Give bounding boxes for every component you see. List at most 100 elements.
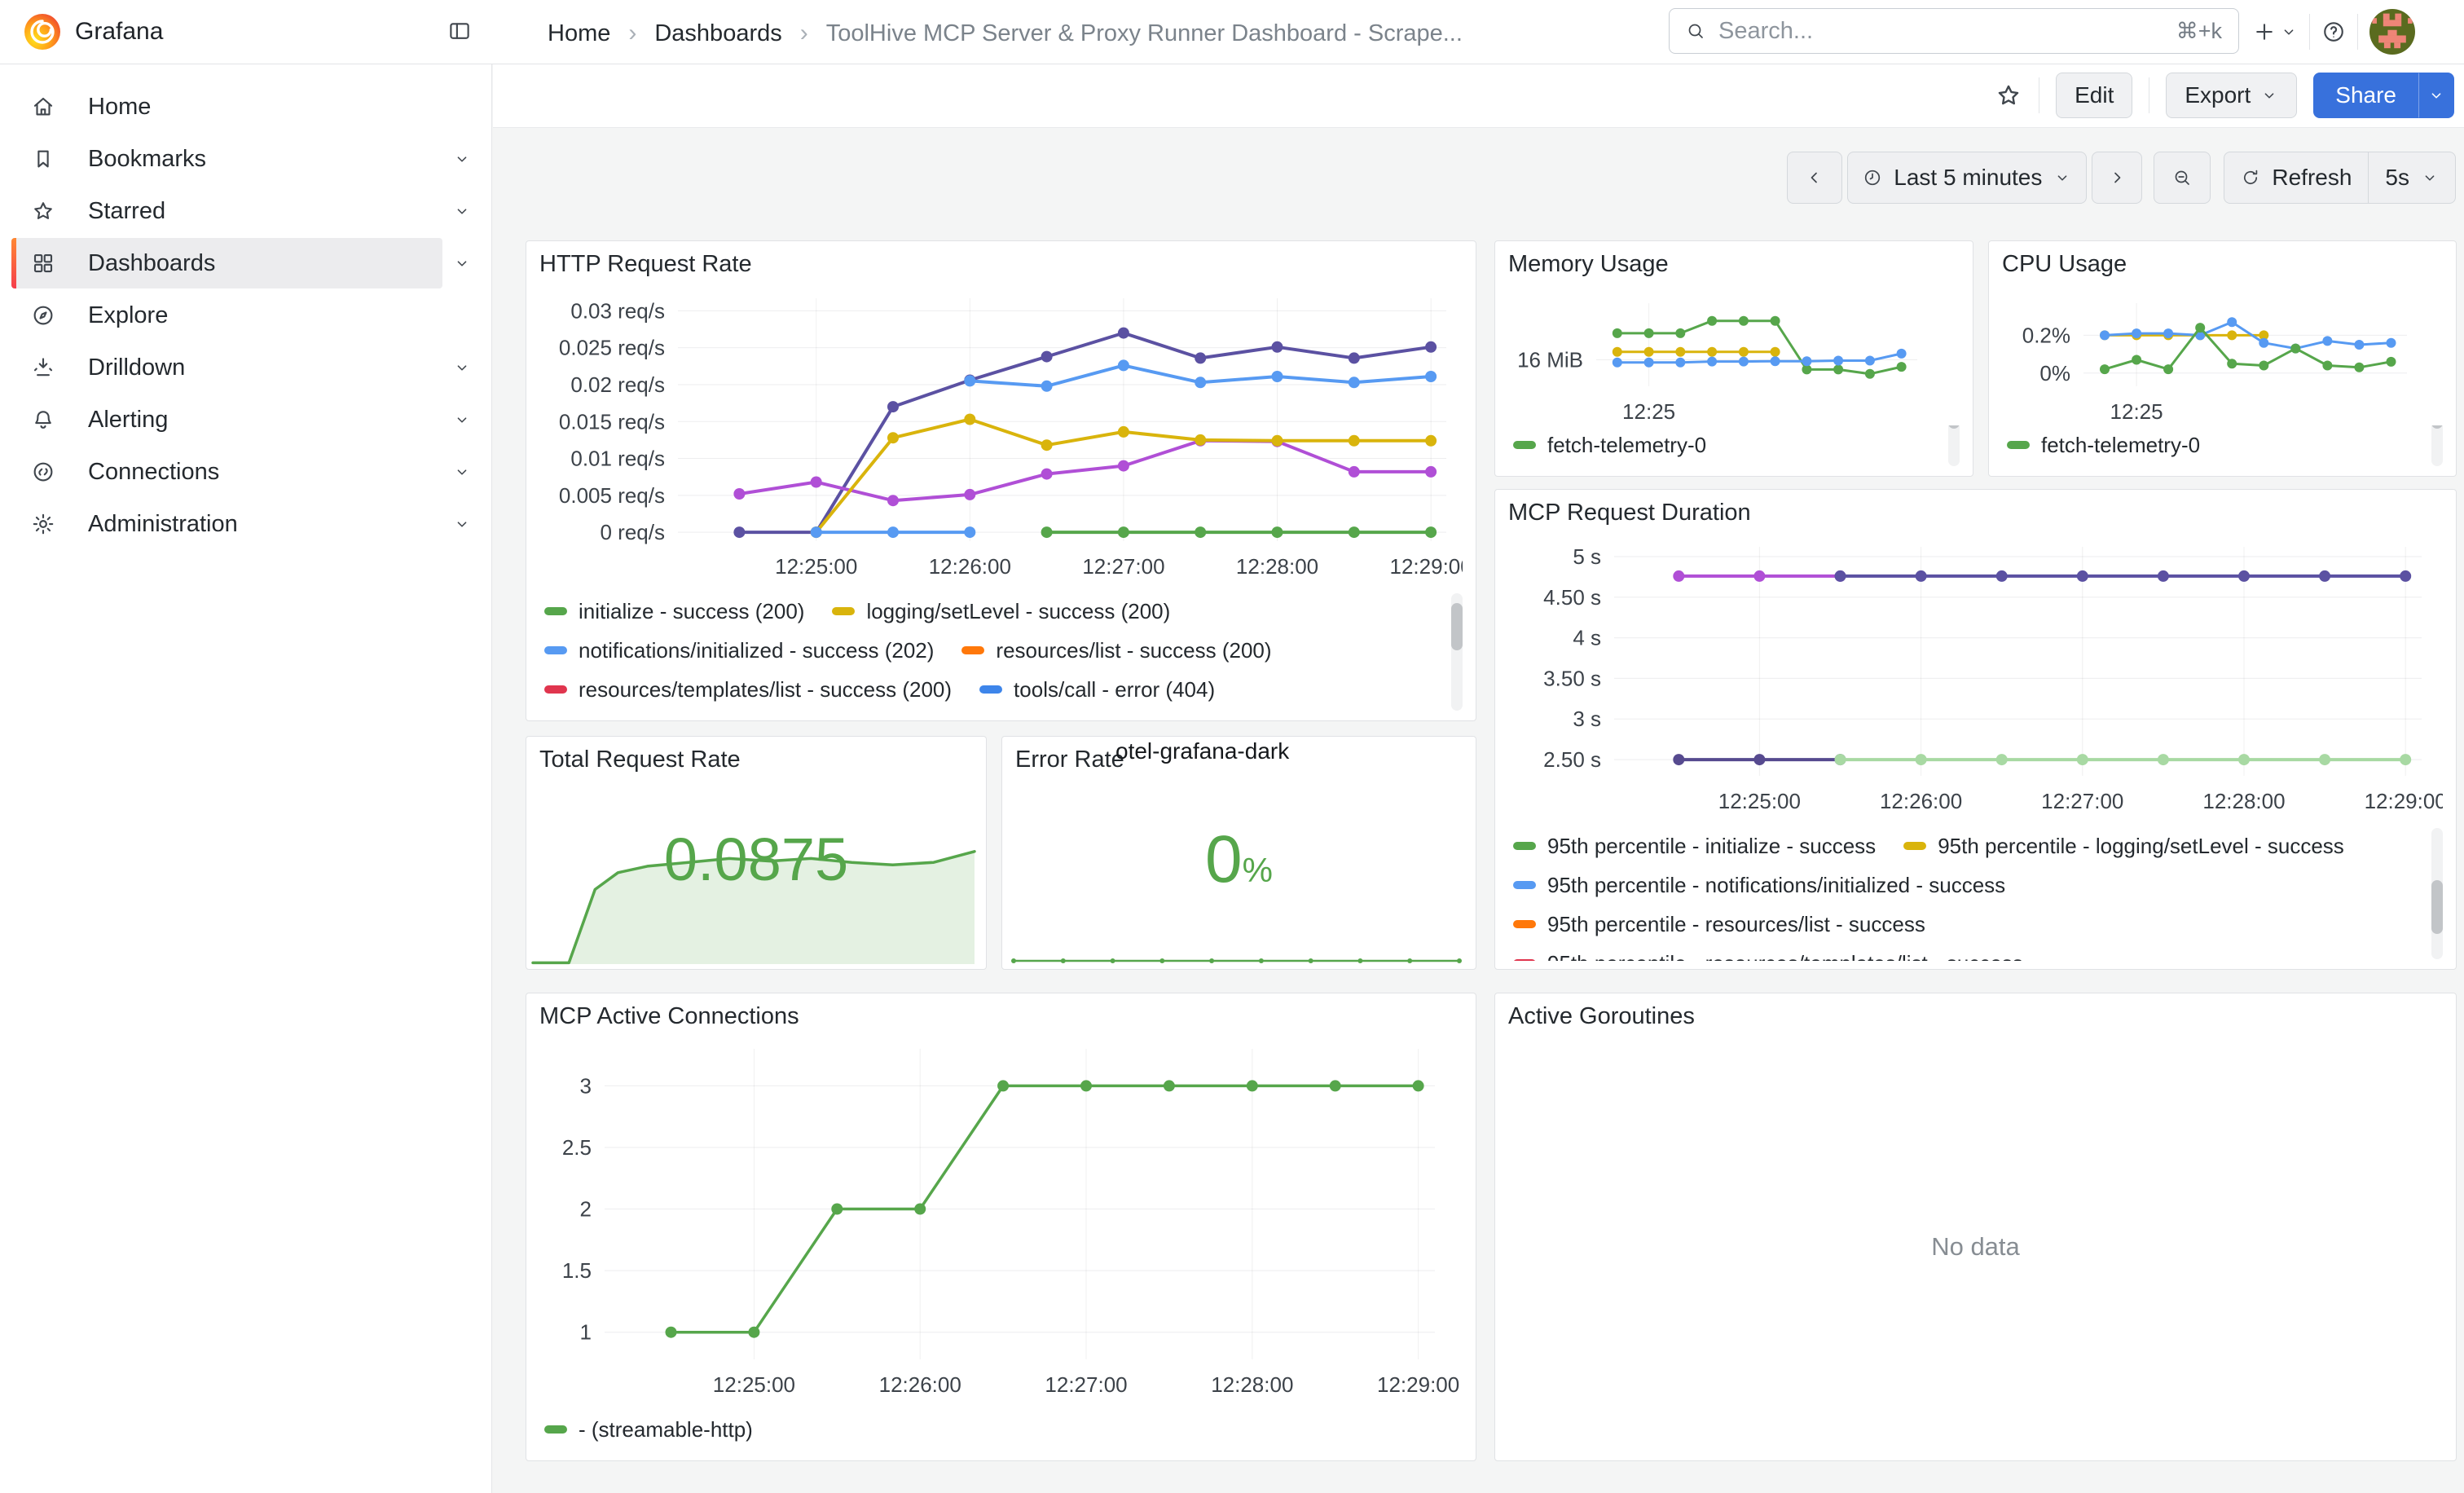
add-button[interactable]	[2252, 20, 2298, 44]
total-request-rate-value: 0.0875	[526, 825, 986, 894]
chevron-down-icon[interactable]	[453, 150, 471, 168]
legend-item[interactable]: - (streamable-http)	[544, 1410, 753, 1449]
legend-item[interactable]: resources/templates/list - success (200)	[544, 670, 952, 709]
legend-item[interactable]: resources/list - success (200)	[961, 631, 1271, 670]
legend-scrollbar-thumb[interactable]	[2431, 425, 2443, 429]
legend-item[interactable]: 95th percentile - resources/templates/li…	[1513, 944, 2023, 961]
sidebar-row: Explore	[11, 290, 482, 341]
sidebar-item-label: Bookmarks	[88, 146, 206, 173]
panel-title[interactable]: MCP Request Duration	[1508, 500, 2443, 534]
legend-item[interactable]: notifications/initialized - success (202…	[544, 631, 934, 670]
chevron-down-icon[interactable]	[453, 359, 471, 377]
chevron-down-icon[interactable]	[453, 254, 471, 272]
breadcrumb-separator: ›	[800, 20, 808, 47]
sidebar-item-label: Drilldown	[88, 355, 185, 381]
divider	[2357, 14, 2358, 50]
panel-title[interactable]: CPU Usage	[2002, 251, 2443, 285]
sidebar-item-explore[interactable]: Explore	[11, 290, 442, 341]
refresh-button[interactable]: Refresh	[2224, 152, 2368, 203]
svg-text:12:26:00: 12:26:00	[929, 554, 1011, 579]
active-goroutines-chart[interactable]: No data	[1508, 1037, 2443, 1452]
drilldown-icon	[31, 355, 55, 380]
share-button[interactable]: Share	[2313, 73, 2418, 118]
svg-text:3 s: 3 s	[1573, 707, 1601, 731]
sidebar-item-label: Dashboards	[88, 250, 215, 277]
breadcrumb-dashboards[interactable]: Dashboards	[654, 20, 781, 47]
edit-button[interactable]: Edit	[2056, 73, 2132, 118]
panel-memory-usage: Memory Usage 16 MiB12:25 fetch-telemetry…	[1494, 240, 1973, 477]
favorite-star-button[interactable]	[1995, 81, 2022, 109]
mcp-request-duration-chart[interactable]: 2.50 s 3 s 3.50 s 4 s 4.50 s 5 s12:25:00…	[1508, 534, 2443, 826]
memory-usage-chart[interactable]: 16 MiB12:25	[1508, 285, 1960, 425]
legend-item[interactable]: 95th percentile - resources/list - succe…	[1513, 905, 1925, 944]
time-shift-forward-button[interactable]	[2092, 152, 2142, 204]
no-data-message: No data	[1508, 1232, 2443, 1262]
legend-item[interactable]: initialize - success (200)	[544, 592, 804, 631]
user-avatar[interactable]	[2369, 9, 2415, 55]
breadcrumb-home[interactable]: Home	[548, 20, 610, 47]
search-input[interactable]: Search... ⌘+k	[1669, 8, 2239, 54]
sidebar-item-home[interactable]: Home	[11, 81, 442, 132]
chevron-down-icon[interactable]	[453, 463, 471, 481]
sidebar-item-label: Starred	[88, 198, 165, 225]
bookmark-icon	[31, 147, 55, 171]
export-button[interactable]: Export	[2166, 73, 2297, 118]
svg-text:12:25:00: 12:25:00	[775, 554, 857, 579]
chevron-down-icon[interactable]	[453, 515, 471, 533]
panel-title[interactable]: Active Goroutines	[1508, 1003, 2443, 1037]
sidebar-item-starred[interactable]: Starred	[11, 186, 442, 236]
sidebar-item-dashboards[interactable]: Dashboards	[11, 238, 442, 288]
datasource-overlay-label: otel-grafana-dark	[1115, 738, 1289, 764]
http-request-rate-chart[interactable]: 0 req/s 0.005 req/s 0.01 req/s 0.015 req…	[539, 285, 1463, 592]
legend-item[interactable]: tools/call - success (200)	[544, 709, 812, 712]
legend-item[interactable]: fetch-telemetry-0	[2007, 425, 2200, 465]
legend-item[interactable]: tools/list - success (200)	[839, 709, 1101, 712]
sidebar-item-alerting[interactable]: Alerting	[11, 394, 442, 445]
panel-title[interactable]: Memory Usage	[1508, 251, 1960, 285]
zoom-out-icon	[2172, 168, 2192, 187]
legend-item[interactable]: logging/setLevel - success (200)	[832, 592, 1170, 631]
share-menu-button[interactable]	[2418, 73, 2454, 118]
svg-text:12:28:00: 12:28:00	[1236, 554, 1318, 579]
cpu-usage-chart[interactable]: 0.2% 0%12:25	[2002, 285, 2443, 425]
svg-text:0.02 req/s: 0.02 req/s	[570, 372, 665, 397]
legend-item[interactable]: 95th percentile - initialize - success	[1513, 826, 1876, 865]
legend-scrollbar	[2431, 828, 2443, 959]
legend-item[interactable]: 95th percentile - notifications/initiali…	[1513, 865, 2005, 905]
svg-text:12:27:00: 12:27:00	[1045, 1372, 1127, 1397]
svg-text:2.5: 2.5	[562, 1135, 592, 1160]
bell-icon	[31, 407, 55, 432]
sidebar-item-bookmarks[interactable]: Bookmarks	[11, 134, 442, 184]
legend-item[interactable]: tools/call - error (404)	[979, 670, 1215, 709]
chevron-down-icon[interactable]	[453, 202, 471, 220]
help-button[interactable]	[2321, 20, 2346, 44]
apps-icon	[31, 251, 55, 275]
panel-cpu-usage: CPU Usage 0.2% 0%12:25 fetch-telemetry-0	[1988, 240, 2457, 477]
grafana-logo[interactable]	[24, 14, 60, 50]
mcp-active-connections-chart[interactable]: 1 1.5 2 2.5 312:25:0012:26:0012:27:0012:…	[539, 1037, 1463, 1410]
sidebar-item-administration[interactable]: Administration	[11, 499, 442, 549]
panel-title[interactable]: HTTP Request Rate	[539, 251, 1463, 285]
refresh-interval-dropdown[interactable]: 5s	[2368, 152, 2455, 203]
panel-title[interactable]: MCP Active Connections	[539, 1003, 1463, 1037]
chevron-down-icon[interactable]	[453, 411, 471, 429]
error-rate-sparkline[interactable]	[1009, 935, 1467, 967]
sidebar: Home Bookmarks Starred Dashboards Explor…	[0, 64, 492, 1493]
legend-item[interactable]: fetch-telemetry-0	[1513, 425, 1706, 465]
dock-menu-icon[interactable]	[447, 19, 472, 47]
time-shift-back-button[interactable]	[1787, 152, 1842, 204]
legend-scrollbar-thumb[interactable]	[1451, 603, 1463, 650]
legend-item[interactable]: 95th percentile - logging/setLevel - suc…	[1903, 826, 2344, 865]
sidebar-row: Connections	[11, 447, 482, 497]
chevron-down-icon	[2260, 86, 2278, 104]
time-range-picker[interactable]: Last 5 minutes	[1847, 152, 2087, 204]
sidebar-item-drilldown[interactable]: Drilldown	[11, 342, 442, 393]
sidebar-item-connections[interactable]: Connections	[11, 447, 442, 497]
brand-title: Grafana	[75, 18, 163, 46]
panel-title[interactable]: Total Request Rate	[526, 746, 986, 781]
legend-scrollbar-thumb[interactable]	[2431, 880, 2443, 934]
legend-item[interactable]: unknown - success (200)	[1129, 709, 1398, 712]
zoom-out-button[interactable]	[2154, 152, 2211, 204]
svg-text:12:29:00: 12:29:00	[1377, 1372, 1459, 1397]
legend-scrollbar-thumb[interactable]	[1948, 425, 1960, 429]
